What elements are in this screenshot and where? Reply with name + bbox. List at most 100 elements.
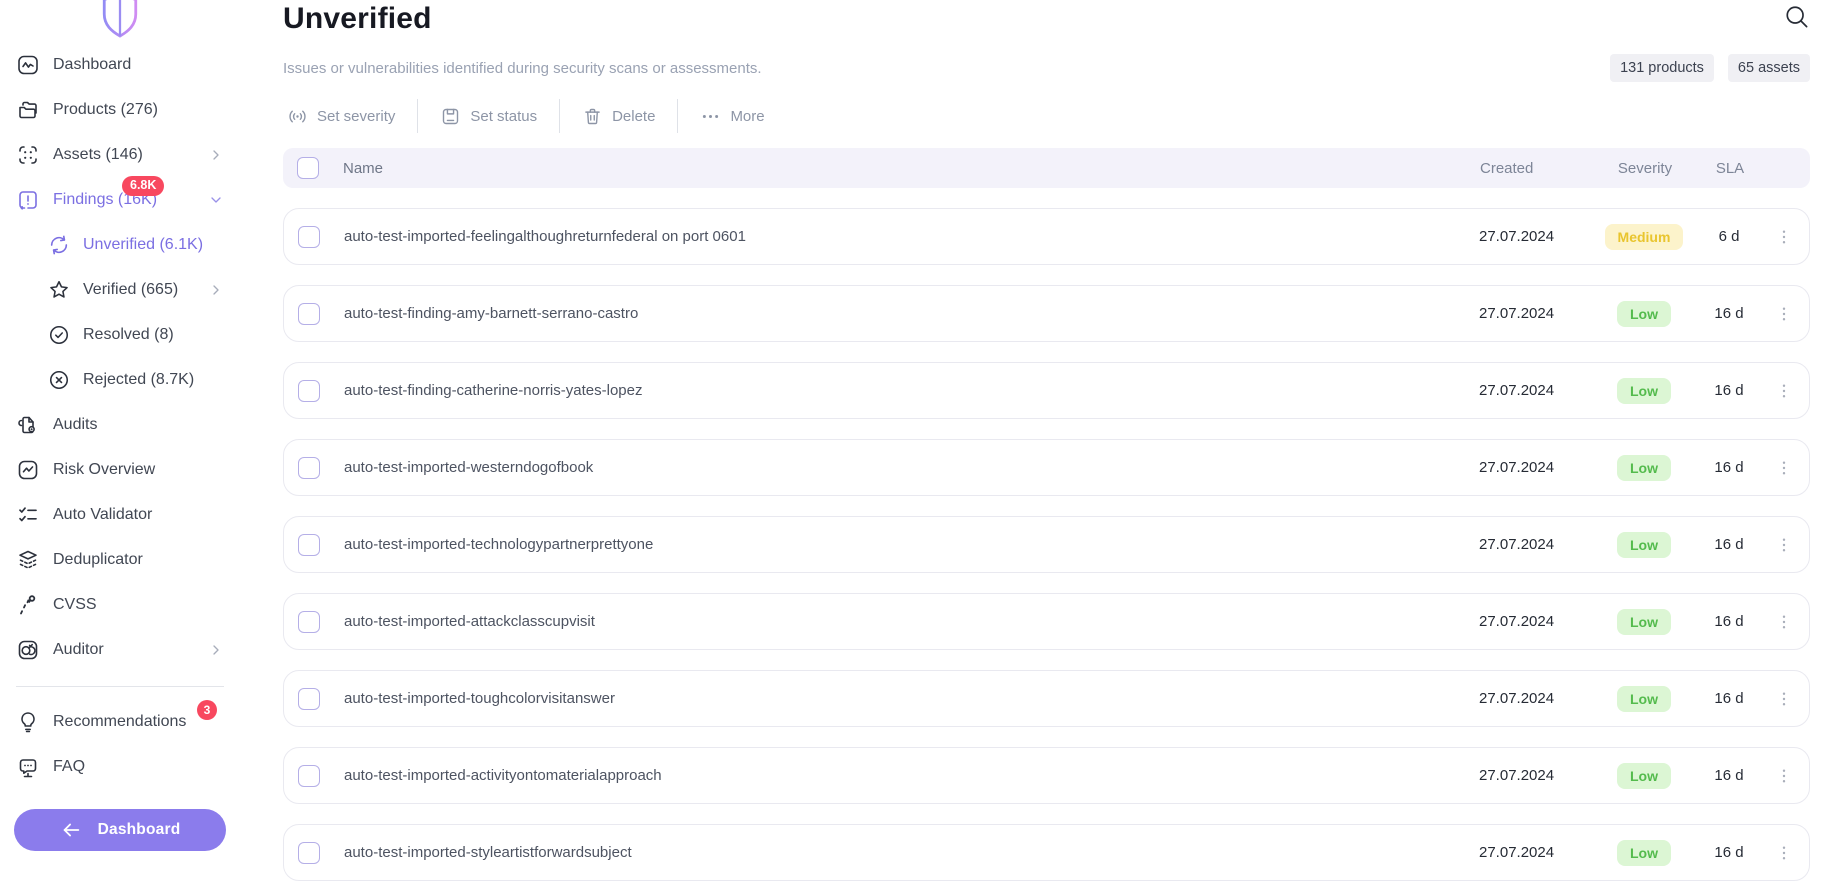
chevron-right-icon xyxy=(208,282,224,298)
sidebar-item-products[interactable]: Products (276) xyxy=(0,87,240,132)
sidebar-item-recommendations[interactable]: Recommendations 3 xyxy=(0,699,240,744)
select-all-checkbox[interactable] xyxy=(297,157,319,179)
more-label: More xyxy=(730,107,765,125)
finding-sla: 16 d xyxy=(1714,767,1744,784)
toolbar-divider xyxy=(677,99,679,133)
trash-icon xyxy=(582,106,603,127)
sidebar-item-cvss[interactable]: CVSS xyxy=(0,582,240,627)
row-checkbox[interactable] xyxy=(298,225,320,248)
table-row[interactable]: auto-test-finding-amy-barnett-serrano-ca… xyxy=(283,285,1810,342)
table-row[interactable]: auto-test-imported-technologypartnerpret… xyxy=(283,516,1810,573)
delete-button[interactable]: Delete xyxy=(578,106,659,127)
sidebar-item-resolved[interactable]: Resolved (8) xyxy=(0,312,240,357)
deduplicator-icon xyxy=(16,548,40,572)
finding-sla: 16 d xyxy=(1714,459,1744,476)
finding-name: auto-test-imported-feelingalthoughreturn… xyxy=(344,228,746,245)
sidebar-item-unverified[interactable]: Unverified (6.1K) xyxy=(0,222,240,267)
more-button[interactable]: More xyxy=(696,106,768,127)
recommendations-count-badge: 3 xyxy=(197,700,217,720)
row-checkbox[interactable] xyxy=(298,841,320,864)
set-status-icon xyxy=(440,106,461,127)
finding-name: auto-test-imported-attackclasscupvisit xyxy=(344,613,595,630)
severity-badge: Low xyxy=(1617,608,1671,635)
finding-name: auto-test-imported-toughcolorvisitanswer xyxy=(344,690,615,707)
table-row[interactable]: auto-test-imported-toughcolorvisitanswer… xyxy=(283,670,1810,727)
row-menu-icon[interactable] xyxy=(1771,455,1797,481)
table-row[interactable]: auto-test-imported-westerndogofbook 27.0… xyxy=(283,439,1810,496)
assets-icon xyxy=(16,143,40,167)
column-header-name: Name xyxy=(343,159,384,177)
star-icon xyxy=(48,279,70,301)
table-row[interactable]: auto-test-imported-feelingalthoughreturn… xyxy=(283,208,1810,265)
findings-table: Name Created Severity SLA auto-test-impo… xyxy=(283,148,1810,881)
sidebar-item-rejected[interactable]: Rejected (8.7K) xyxy=(0,357,240,402)
row-checkbox[interactable] xyxy=(298,687,320,710)
row-menu-icon[interactable] xyxy=(1771,609,1797,635)
table-header-row: Name Created Severity SLA xyxy=(283,148,1810,188)
sidebar-item-label: Auto Validator xyxy=(53,505,153,523)
row-menu-icon[interactable] xyxy=(1771,532,1797,558)
sidebar-item-label: Deduplicator xyxy=(53,550,143,568)
finding-sla: 16 d xyxy=(1714,613,1744,630)
row-checkbox[interactable] xyxy=(298,533,320,556)
sidebar-item-label: Resolved (8) xyxy=(83,325,174,343)
sidebar-divider xyxy=(16,686,224,687)
sidebar-item-label: Audits xyxy=(53,415,98,433)
row-menu-icon[interactable] xyxy=(1771,686,1797,712)
finding-created: 27.07.2024 xyxy=(1479,844,1555,861)
sidebar-item-label: Products (276) xyxy=(53,100,158,118)
row-checkbox[interactable] xyxy=(298,302,320,325)
severity-badge: Low xyxy=(1617,454,1671,481)
table-row[interactable]: auto-test-imported-attackclasscupvisit 2… xyxy=(283,593,1810,650)
table-row[interactable]: auto-test-imported-activityontomateriala… xyxy=(283,747,1810,804)
sidebar-item-dashboard[interactable]: Dashboard xyxy=(0,42,240,87)
sidebar-item-audits[interactable]: Audits xyxy=(0,402,240,447)
finding-created: 27.07.2024 xyxy=(1479,459,1555,476)
finding-name: auto-test-finding-amy-barnett-serrano-ca… xyxy=(344,305,639,322)
table-row[interactable]: auto-test-imported-styleartistforwardsub… xyxy=(283,824,1810,881)
sidebar-item-auditor[interactable]: Auditor xyxy=(0,627,240,672)
sidebar: Dashboard Products (276) Assets (146) Fi… xyxy=(0,0,240,856)
summary-badges: 131 products 65 assets xyxy=(1610,54,1810,82)
sidebar-item-label: Dashboard xyxy=(53,55,132,73)
severity-badge: Low xyxy=(1617,377,1671,404)
row-menu-icon[interactable] xyxy=(1771,763,1797,789)
sidebar-item-faq[interactable]: FAQ xyxy=(0,744,240,789)
audits-icon xyxy=(16,413,40,437)
faq-icon xyxy=(16,755,40,779)
finding-name: auto-test-imported-activityontomateriala… xyxy=(344,767,662,784)
sidebar-item-verified[interactable]: Verified (665) xyxy=(0,267,240,312)
row-checkbox[interactable] xyxy=(298,379,320,402)
refresh-icon xyxy=(48,234,70,256)
set-status-button[interactable]: Set status xyxy=(436,106,541,127)
set-severity-icon xyxy=(287,106,308,127)
chevron-down-icon xyxy=(208,192,224,208)
row-menu-icon[interactable] xyxy=(1771,301,1797,327)
row-menu-icon[interactable] xyxy=(1771,840,1797,866)
table-row[interactable]: auto-test-finding-catherine-norris-yates… xyxy=(283,362,1810,419)
sidebar-item-risk-overview[interactable]: Risk Overview xyxy=(0,447,240,492)
finding-created: 27.07.2024 xyxy=(1479,613,1555,630)
sidebar-item-findings[interactable]: Findings (16K) 6.8K xyxy=(0,176,240,222)
row-checkbox[interactable] xyxy=(298,456,320,479)
sidebar-item-label: Unverified (6.1K) xyxy=(83,235,204,253)
row-checkbox[interactable] xyxy=(298,610,320,633)
sidebar-item-assets[interactable]: Assets (146) xyxy=(0,132,240,177)
back-to-dashboard-button[interactable]: Dashboard xyxy=(14,809,226,851)
more-horizontal-icon xyxy=(700,106,721,127)
main-content: Unverified Issues or vulnerabilities ide… xyxy=(240,0,1826,881)
sidebar-item-auto-validator[interactable]: Auto Validator xyxy=(0,492,240,537)
set-severity-button[interactable]: Set severity xyxy=(283,106,399,127)
row-menu-icon[interactable] xyxy=(1771,224,1797,250)
sidebar-item-deduplicator[interactable]: Deduplicator xyxy=(0,537,240,582)
lightbulb-icon xyxy=(16,710,40,734)
assets-count-badge: 65 assets xyxy=(1727,54,1810,82)
search-icon[interactable] xyxy=(1783,3,1810,30)
severity-badge: Low xyxy=(1617,839,1671,866)
page-header: Unverified xyxy=(283,0,1810,38)
row-menu-icon[interactable] xyxy=(1771,378,1797,404)
finding-sla: 16 d xyxy=(1714,382,1744,399)
chevron-right-icon xyxy=(208,642,224,658)
finding-created: 27.07.2024 xyxy=(1479,305,1555,322)
row-checkbox[interactable] xyxy=(298,764,320,787)
